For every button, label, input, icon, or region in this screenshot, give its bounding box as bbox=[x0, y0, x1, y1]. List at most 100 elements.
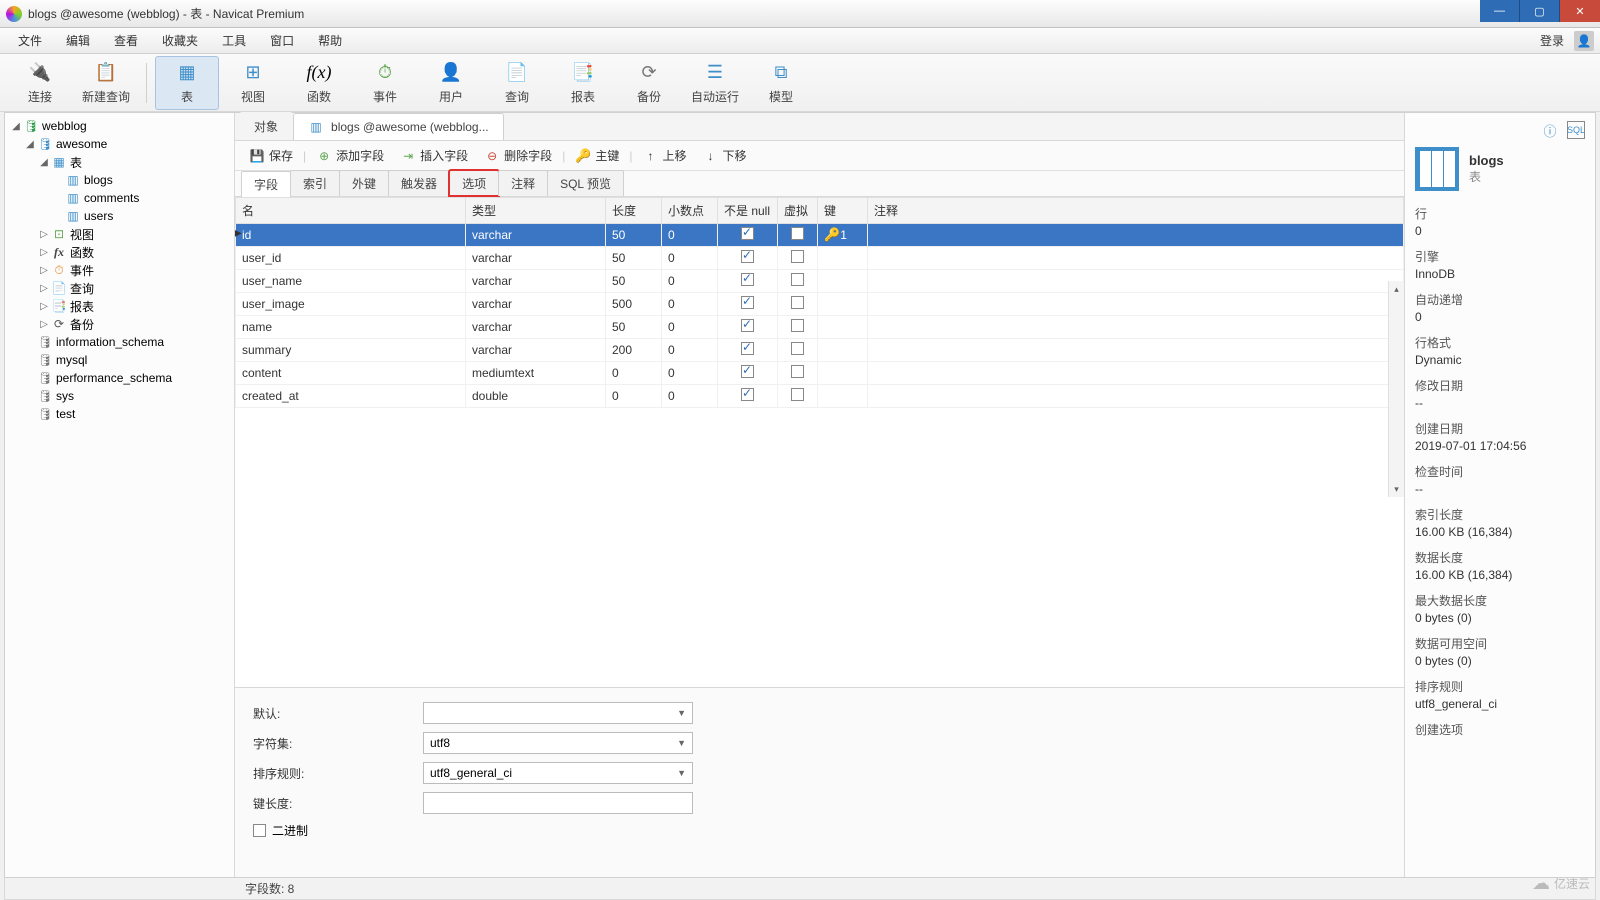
menu-file[interactable]: 文件 bbox=[6, 29, 54, 53]
notnull-checkbox[interactable] bbox=[741, 273, 754, 286]
tree-schema-perf[interactable]: 🛢performance_schema bbox=[5, 369, 234, 387]
table-row[interactable]: user_imagevarchar5000 bbox=[236, 293, 1404, 316]
table-row[interactable]: namevarchar500 bbox=[236, 316, 1404, 339]
maximize-button[interactable]: ▢ bbox=[1520, 0, 1560, 22]
notnull-checkbox[interactable] bbox=[741, 388, 754, 401]
save-button[interactable]: 💾保存 bbox=[243, 145, 299, 166]
tab-triggers[interactable]: 触发器 bbox=[388, 170, 450, 196]
table-row[interactable]: user_idvarchar500 bbox=[236, 247, 1404, 270]
menu-edit[interactable]: 编辑 bbox=[54, 29, 102, 53]
toolbar-connect[interactable]: 🔌连接 bbox=[8, 56, 72, 110]
tree-schema-sys[interactable]: 🛢sys bbox=[5, 387, 234, 405]
info-icon[interactable]: ⓘ bbox=[1541, 121, 1559, 139]
tree-backup[interactable]: ▷⟳备份 bbox=[5, 315, 234, 333]
minimize-button[interactable]: — bbox=[1480, 0, 1520, 22]
col-comment[interactable]: 注释 bbox=[868, 198, 1404, 224]
toolbar-user[interactable]: 👤用户 bbox=[419, 56, 483, 110]
tree-db[interactable]: ◢🛢webblog bbox=[5, 117, 234, 135]
toolbar-backup[interactable]: ⟳备份 bbox=[617, 56, 681, 110]
tree-schema[interactable]: ◢🛢awesome bbox=[5, 135, 234, 153]
tree-reports[interactable]: ▷📑报表 bbox=[5, 297, 234, 315]
col-type[interactable]: 类型 bbox=[466, 198, 606, 224]
doc-tab-objects[interactable]: 对象 bbox=[239, 112, 293, 140]
move-up-button[interactable]: ↑上移 bbox=[636, 145, 692, 166]
tab-options[interactable]: 选项 bbox=[449, 170, 499, 196]
table-row[interactable]: contentmediumtext00 bbox=[236, 362, 1404, 385]
virtual-checkbox[interactable] bbox=[791, 273, 804, 286]
delete-field-button[interactable]: ⊖删除字段 bbox=[478, 145, 558, 166]
col-nn[interactable]: 不是 null bbox=[718, 198, 778, 224]
table-row[interactable]: created_atdouble00 bbox=[236, 385, 1404, 408]
menu-view[interactable]: 查看 bbox=[102, 29, 150, 53]
toolbar-query[interactable]: 📄查询 bbox=[485, 56, 549, 110]
avatar-icon[interactable]: 👤 bbox=[1574, 31, 1594, 51]
tree-views[interactable]: ▷⊡视图 bbox=[5, 225, 234, 243]
virtual-checkbox[interactable] bbox=[791, 319, 804, 332]
virtual-checkbox[interactable] bbox=[791, 250, 804, 263]
table-row[interactable]: summaryvarchar2000 bbox=[236, 339, 1404, 362]
tree-table-comments[interactable]: ▥comments bbox=[5, 189, 234, 207]
toolbar-model[interactable]: ⧉模型 bbox=[749, 56, 813, 110]
col-key[interactable]: 键 bbox=[818, 198, 868, 224]
tree-schema-info[interactable]: 🛢information_schema bbox=[5, 333, 234, 351]
tree-table-users[interactable]: ▥users bbox=[5, 207, 234, 225]
tree-schema-test[interactable]: 🛢test bbox=[5, 405, 234, 423]
toolbar-report[interactable]: 📑报表 bbox=[551, 56, 615, 110]
notnull-checkbox[interactable] bbox=[741, 296, 754, 309]
toolbar-new-query[interactable]: 📋新建查询 bbox=[74, 56, 138, 110]
tree-queries[interactable]: ▷📄查询 bbox=[5, 279, 234, 297]
tree-tables-folder[interactable]: ◢▦表 bbox=[5, 153, 234, 171]
grid-scrollbar[interactable]: ▴▾ bbox=[1388, 281, 1404, 497]
notnull-checkbox[interactable] bbox=[741, 319, 754, 332]
toolbar-auto[interactable]: ☰自动运行 bbox=[683, 56, 747, 110]
col-dec[interactable]: 小数点 bbox=[662, 198, 718, 224]
binary-checkbox[interactable] bbox=[253, 824, 266, 837]
tab-sql-preview[interactable]: SQL 预览 bbox=[547, 170, 624, 196]
tab-indexes[interactable]: 索引 bbox=[290, 170, 340, 196]
toolbar-table[interactable]: ▦表 bbox=[155, 56, 219, 110]
collation-select[interactable]: utf8_general_ci▼ bbox=[423, 762, 693, 784]
virtual-checkbox[interactable] bbox=[791, 365, 804, 378]
toolbar-function[interactable]: f(x)函数 bbox=[287, 56, 351, 110]
menu-help[interactable]: 帮助 bbox=[306, 29, 354, 53]
default-input[interactable]: ▼ bbox=[423, 702, 693, 724]
sidebar-tree[interactable]: ◢🛢webblog ◢🛢awesome ◢▦表 ▥blogs ▥comments… bbox=[5, 113, 235, 877]
charset-select[interactable]: utf8▼ bbox=[423, 732, 693, 754]
schema-icon: 🛢 bbox=[37, 388, 53, 404]
table-row[interactable]: ▶idvarchar500🔑1 bbox=[236, 224, 1404, 247]
virtual-checkbox[interactable] bbox=[791, 342, 804, 355]
menu-window[interactable]: 窗口 bbox=[258, 29, 306, 53]
sql-icon[interactable]: SQL bbox=[1567, 121, 1585, 139]
col-len[interactable]: 长度 bbox=[606, 198, 662, 224]
tab-comment[interactable]: 注释 bbox=[498, 170, 548, 196]
notnull-checkbox[interactable] bbox=[741, 342, 754, 355]
tree-events[interactable]: ▷⏱事件 bbox=[5, 261, 234, 279]
login-link[interactable]: 登录 bbox=[1534, 32, 1570, 49]
add-field-button[interactable]: ⊕添加字段 bbox=[310, 145, 390, 166]
col-name[interactable]: 名 bbox=[236, 198, 466, 224]
virtual-checkbox[interactable] bbox=[791, 227, 804, 240]
menu-fav[interactable]: 收藏夹 bbox=[150, 29, 210, 53]
move-down-button[interactable]: ↓下移 bbox=[696, 145, 752, 166]
keylen-input[interactable] bbox=[423, 792, 693, 814]
close-button[interactable]: ✕ bbox=[1560, 0, 1600, 22]
tab-fk[interactable]: 外键 bbox=[339, 170, 389, 196]
tree-table-blogs[interactable]: ▥blogs bbox=[5, 171, 234, 189]
primary-key-button[interactable]: 🔑主键 bbox=[569, 145, 625, 166]
menu-tools[interactable]: 工具 bbox=[210, 29, 258, 53]
doc-tab-table[interactable]: ▥blogs @awesome (webblog... bbox=[293, 113, 504, 140]
fields-grid[interactable]: 名 类型 长度 小数点 不是 null 虚拟 键 注释 ▶idvarchar50… bbox=[235, 197, 1404, 687]
virtual-checkbox[interactable] bbox=[791, 296, 804, 309]
toolbar-view[interactable]: ⊞视图 bbox=[221, 56, 285, 110]
insert-field-button[interactable]: ⇥插入字段 bbox=[394, 145, 474, 166]
table-row[interactable]: user_namevarchar500 bbox=[236, 270, 1404, 293]
virtual-checkbox[interactable] bbox=[791, 388, 804, 401]
toolbar-event[interactable]: ⏱事件 bbox=[353, 56, 417, 110]
tree-schema-mysql[interactable]: 🛢mysql bbox=[5, 351, 234, 369]
notnull-checkbox[interactable] bbox=[741, 250, 754, 263]
notnull-checkbox[interactable] bbox=[741, 227, 754, 240]
tab-fields[interactable]: 字段 bbox=[241, 171, 291, 197]
notnull-checkbox[interactable] bbox=[741, 365, 754, 378]
tree-functions[interactable]: ▷fx函数 bbox=[5, 243, 234, 261]
col-virt[interactable]: 虚拟 bbox=[778, 198, 818, 224]
